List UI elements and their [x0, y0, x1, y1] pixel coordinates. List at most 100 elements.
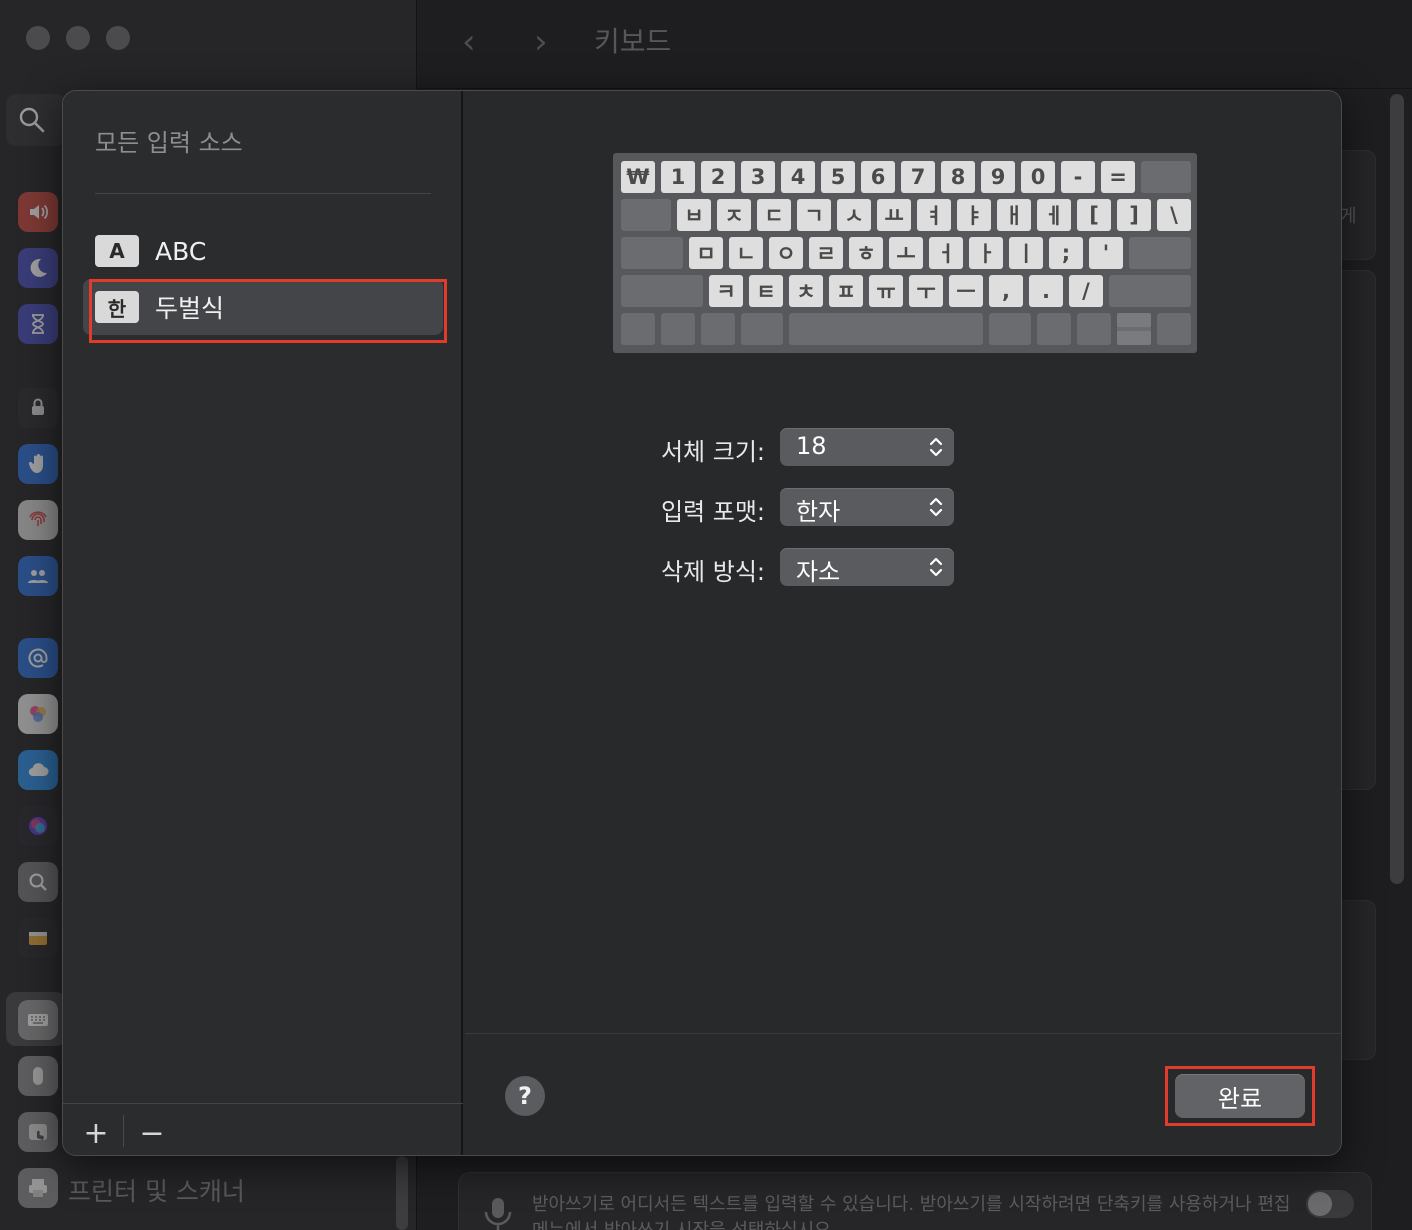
- keycap-blank: [1037, 313, 1071, 345]
- input-format-value: 한자: [796, 498, 841, 526]
- keycap: =: [1101, 161, 1135, 193]
- content-scrollbar[interactable]: [1390, 94, 1404, 884]
- input-sources-sheet: 모든 입력 소스 A ABC 한 두벌식 + − ₩1 2 3 4 5 6 7 8 9 0- = ㅂㅈ…: [62, 90, 1342, 1156]
- keycap-blank: [789, 313, 983, 345]
- sidebar-item-printers[interactable]: 프린터 및 스캐너: [68, 1172, 245, 1208]
- input-source-label: 두벌식: [155, 294, 225, 323]
- at-icon[interactable]: [18, 638, 58, 678]
- keycap: ㅂ: [677, 199, 711, 231]
- font-size-row: 서체 크기: 18: [465, 428, 1341, 468]
- all-input-sources-title: 모든 입력 소스: [95, 129, 243, 157]
- keycap: .: [1029, 275, 1063, 307]
- dictation-description: 받아쓰기로 어디서든 텍스트를 입력할 수 있습니다. 받아쓰기를 시작하려면 …: [532, 1194, 1291, 1230]
- keycap-blank: [1077, 313, 1111, 345]
- forward-arrow-icon[interactable]: ›: [534, 22, 548, 62]
- keycap: ㅋ: [709, 275, 743, 307]
- input-format-row: 입력 포맷: 한자: [465, 488, 1341, 528]
- close-window-button[interactable]: [26, 26, 50, 50]
- fingerprint-icon[interactable]: [18, 500, 58, 540]
- keycap: ㅇ: [769, 237, 803, 269]
- keycap: ㄴ: [729, 237, 763, 269]
- keycap-blank: [621, 313, 655, 345]
- keycap: 5: [821, 161, 855, 193]
- hand-icon[interactable]: [18, 444, 58, 484]
- footer-divider: [465, 1033, 1341, 1034]
- trackpad-icon[interactable]: [18, 1112, 58, 1152]
- search-icon: [19, 107, 45, 133]
- input-format-select[interactable]: 한자: [780, 488, 954, 526]
- icloud-icon[interactable]: [18, 750, 58, 790]
- keycap: ₩: [621, 161, 655, 193]
- keycap-blank: [621, 275, 703, 307]
- keycap: ㅎ: [849, 237, 883, 269]
- keycap-blank: [1157, 313, 1191, 345]
- lock-icon[interactable]: [18, 388, 58, 428]
- keycap-blank: [621, 199, 671, 231]
- keycap: ㄹ: [809, 237, 843, 269]
- sidebar-scrollbar[interactable]: [396, 1156, 408, 1230]
- keycap: ㅡ: [949, 275, 983, 307]
- keycap: ]: [1117, 199, 1151, 231]
- stepper-arrows-icon: [929, 497, 943, 517]
- keyboard-layout-preview: ₩1 2 3 4 5 6 7 8 9 0- = ㅂㅈㄷㄱㅅㅛㅕㅑㅐㅔ[] \ ㅁㄴㅇㄹㅎㅗㅓㅏㅣ; ' ㅋㅌㅊ…: [613, 153, 1197, 353]
- keycap: ㅅ: [837, 199, 871, 231]
- spotlight-icon[interactable]: [18, 862, 58, 902]
- input-source-2set-korean[interactable]: 한 두벌식: [83, 279, 443, 335]
- keycap: ㅠ: [869, 275, 903, 307]
- font-size-select[interactable]: 18: [780, 428, 954, 466]
- keycap: ㄱ: [797, 199, 831, 231]
- keycap: 8: [941, 161, 975, 193]
- minimize-window-button[interactable]: [66, 26, 90, 50]
- keycap: ㅍ: [829, 275, 863, 307]
- delete-mode-select[interactable]: 자소: [780, 548, 954, 586]
- keycap: [: [1077, 199, 1111, 231]
- keycap: ㅐ: [997, 199, 1031, 231]
- siri-icon[interactable]: [18, 806, 58, 846]
- keycap: 6: [861, 161, 895, 193]
- people-icon[interactable]: [18, 556, 58, 596]
- printer-icon[interactable]: [18, 1168, 58, 1208]
- keycap: ㅜ: [909, 275, 943, 307]
- wallet-icon[interactable]: [18, 918, 58, 958]
- keycap: ㅑ: [957, 199, 991, 231]
- font-size-label: 서체 크기:: [660, 438, 765, 466]
- keycap: 1: [661, 161, 695, 193]
- add-input-source-button[interactable]: +: [71, 1113, 121, 1153]
- zoom-window-button[interactable]: [106, 26, 130, 50]
- font-size-value: 18: [796, 432, 827, 460]
- hourglass-icon[interactable]: [18, 304, 58, 344]
- input-source-list-pane: 모든 입력 소스 A ABC 한 두벌식 + −: [63, 91, 463, 1155]
- keycap: ㅛ: [877, 199, 911, 231]
- sidebar-search[interactable]: [6, 94, 66, 146]
- help-button[interactable]: ?: [505, 1076, 545, 1116]
- button-separator: [123, 1115, 124, 1147]
- input-source-abc[interactable]: A ABC: [83, 223, 443, 279]
- input-format-label: 입력 포맷:: [660, 498, 765, 526]
- keycap-blank: [621, 237, 683, 269]
- moon-icon[interactable]: [18, 248, 58, 288]
- keycap-blank: [1109, 275, 1191, 307]
- keycap: 9: [981, 161, 1015, 193]
- game-center-icon[interactable]: [18, 694, 58, 734]
- pane-divider: [95, 193, 431, 194]
- keycap: 3: [741, 161, 775, 193]
- keycap-blank: [1117, 313, 1151, 345]
- remove-input-source-button[interactable]: −: [127, 1113, 177, 1153]
- keycap: ㅔ: [1037, 199, 1071, 231]
- keycap-blank: [1141, 161, 1191, 193]
- stepper-arrows-icon: [929, 557, 943, 577]
- dictation-toggle[interactable]: [1306, 1190, 1354, 1218]
- sound-icon[interactable]: [18, 192, 58, 232]
- toolbar-divider: [418, 88, 1412, 89]
- keycap-blank: [1129, 237, 1191, 269]
- done-button[interactable]: 완료: [1175, 1074, 1305, 1118]
- keycap: ㅈ: [717, 199, 751, 231]
- keyboard-icon: [18, 1000, 58, 1040]
- keycap-blank: [989, 313, 1031, 345]
- keycap: /: [1069, 275, 1103, 307]
- keycap: ;: [1049, 237, 1083, 269]
- delete-mode-row: 삭제 방식: 자소: [465, 548, 1341, 588]
- mouse-icon[interactable]: [18, 1056, 58, 1096]
- keycap: ㅊ: [789, 275, 823, 307]
- back-arrow-icon[interactable]: ‹: [462, 22, 476, 62]
